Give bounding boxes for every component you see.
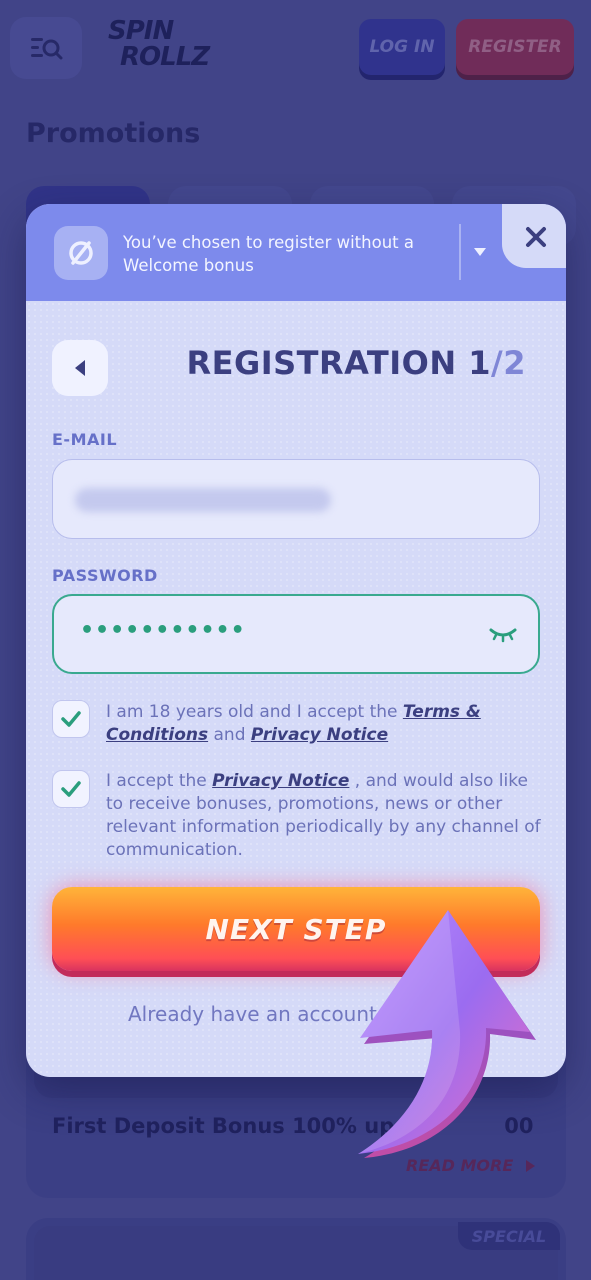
- terms-checkbox[interactable]: [52, 700, 90, 738]
- password-label: PASSWORD: [52, 566, 158, 585]
- check-icon: [61, 781, 81, 797]
- close-button[interactable]: [515, 216, 557, 258]
- no-bonus-icon: [54, 226, 108, 280]
- privacy-link[interactable]: Privacy Notice: [212, 771, 349, 791]
- terms-text: I am 18 years old and I accept the Terms…: [106, 702, 481, 745]
- marketing-text: I accept the Privacy Notice , and would …: [106, 771, 541, 860]
- registration-title: REGISTRATION 1/2: [186, 344, 526, 382]
- privacy-link[interactable]: Privacy Notice: [251, 725, 388, 745]
- back-button[interactable]: [52, 340, 108, 396]
- password-value: •••••••••••: [80, 618, 246, 643]
- bonus-divider: [459, 224, 461, 280]
- marketing-checkbox[interactable]: [52, 770, 90, 808]
- email-label: E-MAIL: [52, 430, 118, 449]
- email-value-blurred: [75, 488, 331, 512]
- bonus-notice: You’ve chosen to register without a Welc…: [123, 233, 414, 275]
- password-field[interactable]: •••••••••••: [52, 594, 540, 674]
- close-icon: [526, 227, 546, 247]
- email-field[interactable]: [52, 459, 540, 539]
- bonus-selector[interactable]: You’ve chosen to register without a Welc…: [26, 204, 566, 301]
- curved-arrow-icon: [358, 910, 536, 1158]
- eye-closed-icon[interactable]: [488, 624, 518, 646]
- caret-left-icon: [75, 360, 85, 376]
- caret-down-icon[interactable]: [469, 238, 491, 266]
- check-icon: [61, 711, 81, 727]
